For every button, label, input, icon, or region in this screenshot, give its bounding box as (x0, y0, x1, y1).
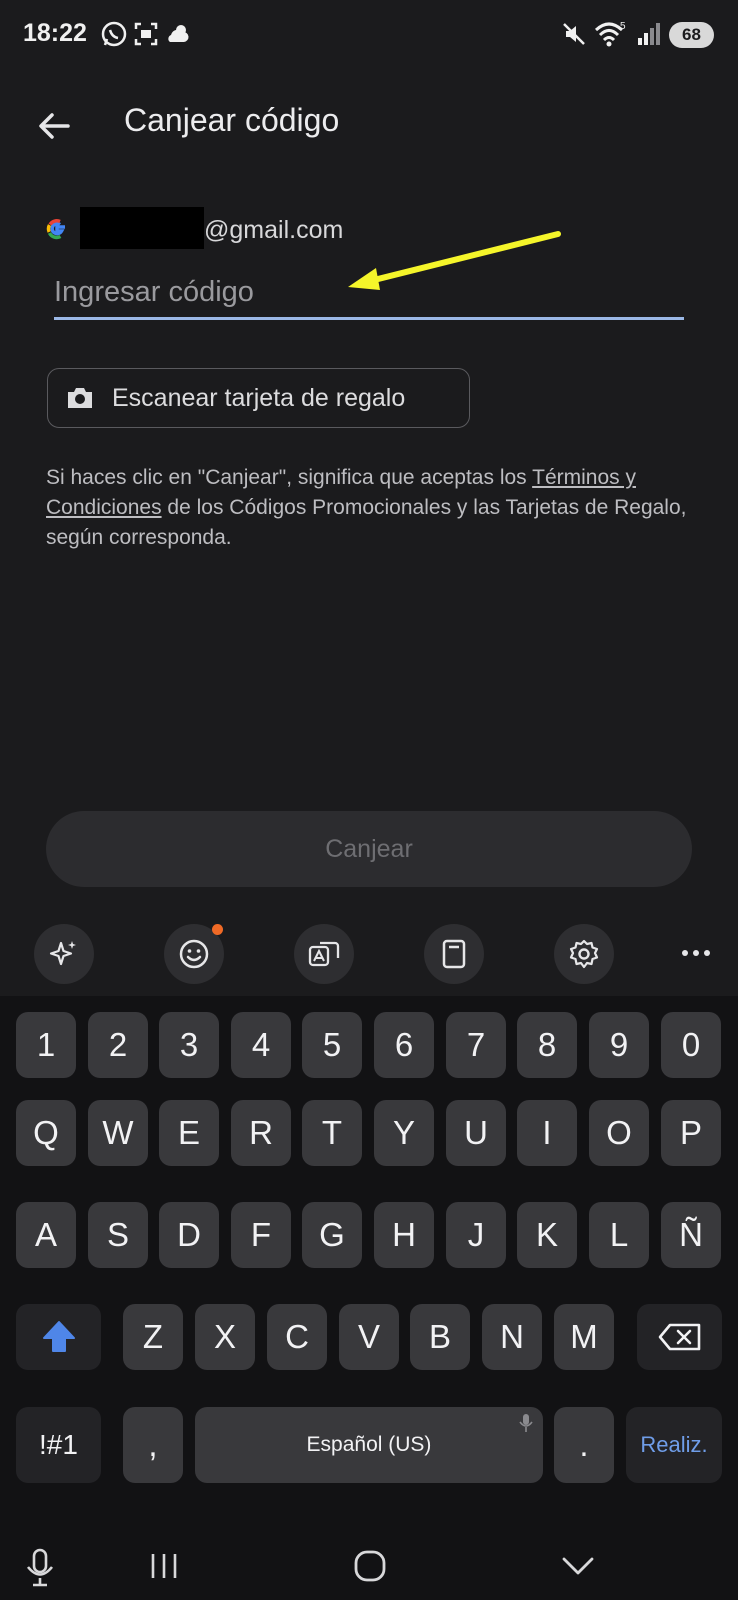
mute-icon (560, 20, 588, 53)
settings-button[interactable] (554, 924, 614, 984)
key-z[interactable]: Z (123, 1304, 183, 1370)
emoji-notification-dot (212, 924, 223, 935)
home-button[interactable] (352, 1548, 388, 1584)
key-j[interactable]: J (446, 1202, 506, 1268)
key-7[interactable]: 7 (446, 1012, 506, 1078)
key-a[interactable]: A (16, 1202, 76, 1268)
camera-icon (68, 388, 92, 408)
legal-text-before: Si haces clic en "Canjear", significa qu… (46, 466, 533, 489)
key-p[interactable]: P (661, 1100, 721, 1166)
key-v[interactable]: V (339, 1304, 399, 1370)
key-n[interactable]: N (482, 1304, 542, 1370)
key-x[interactable]: X (195, 1304, 255, 1370)
home-icon (354, 1550, 386, 1582)
status-bar: 18:22 5 68 (0, 0, 738, 72)
key-q[interactable]: Q (16, 1100, 76, 1166)
space-key-label: Español (US) (306, 1433, 432, 1456)
key-2[interactable]: 2 (88, 1012, 148, 1078)
back-button[interactable] (30, 102, 78, 150)
symbols-key[interactable]: !#1 (16, 1407, 101, 1483)
key-b[interactable]: B (410, 1304, 470, 1370)
space-key[interactable]: Español (US) (195, 1407, 543, 1483)
key-y[interactable]: Y (374, 1100, 434, 1166)
key-0[interactable]: 0 (661, 1012, 721, 1078)
key-3[interactable]: 3 (159, 1012, 219, 1078)
key-5[interactable]: 5 (302, 1012, 362, 1078)
svg-text:5: 5 (620, 21, 626, 32)
shift-icon (42, 1321, 75, 1352)
key-d[interactable]: D (159, 1202, 219, 1268)
recents-button[interactable] (146, 1548, 182, 1584)
key-8[interactable]: 8 (517, 1012, 577, 1078)
emoji-icon (179, 939, 209, 969)
voice-input-icon (519, 1414, 533, 1432)
wifi-icon: 5 (594, 20, 628, 53)
annotation-arrow (348, 231, 561, 290)
whatsapp-icon (100, 20, 128, 53)
key-e[interactable]: E (159, 1100, 219, 1166)
more-icon (682, 950, 710, 956)
backspace-key[interactable] (637, 1304, 722, 1370)
redeem-button[interactable]: Canjear (46, 811, 692, 887)
key-m[interactable]: M (554, 1304, 614, 1370)
keyboard: 1 2 3 4 5 6 7 8 9 0 Q W E R T Y U I O P … (0, 912, 738, 1530)
hide-keyboard-button[interactable] (560, 1548, 596, 1584)
microphone-icon (26, 1548, 54, 1587)
translate-icon (308, 941, 340, 967)
legal-text: Si haces clic en "Canjear", significa qu… (46, 463, 706, 553)
key-n-tilde[interactable]: Ñ (661, 1202, 721, 1268)
key-k[interactable]: K (517, 1202, 577, 1268)
key-o[interactable]: O (589, 1100, 649, 1166)
status-time: 18:22 (23, 19, 87, 47)
google-icon (46, 218, 68, 240)
page-title: Canjear código (124, 102, 340, 138)
scan-gift-card-button[interactable]: Escanear tarjeta de regalo (47, 368, 470, 428)
key-s[interactable]: S (88, 1202, 148, 1268)
signal-icon (636, 20, 662, 53)
redeem-code-screen: 18:22 5 68 Canjear código @gmail.com Ing… (0, 0, 738, 1600)
battery-indicator: 68 (669, 22, 714, 48)
screen-capture-icon (132, 20, 160, 53)
back-chevron-icon (562, 1557, 594, 1575)
key-r[interactable]: R (231, 1100, 291, 1166)
key-g[interactable]: G (302, 1202, 362, 1268)
key-4[interactable]: 4 (231, 1012, 291, 1078)
done-key[interactable]: Realiz. (626, 1407, 722, 1483)
ai-sparkle-icon (49, 941, 76, 966)
keyboard-toolbar (0, 912, 738, 996)
period-key[interactable]: . (554, 1407, 614, 1483)
key-t[interactable]: T (302, 1100, 362, 1166)
key-h[interactable]: H (374, 1202, 434, 1268)
key-u[interactable]: U (446, 1100, 506, 1166)
key-l[interactable]: L (589, 1202, 649, 1268)
key-1[interactable]: 1 (16, 1012, 76, 1078)
recents-icon (151, 1554, 177, 1578)
settings-icon (569, 939, 599, 969)
shift-key[interactable] (16, 1304, 101, 1370)
navigation-bar (0, 1530, 738, 1600)
backspace-icon (658, 1323, 700, 1351)
redacted-email (80, 207, 204, 249)
key-w[interactable]: W (88, 1100, 148, 1166)
comma-key[interactable]: , (123, 1407, 183, 1483)
weather-icon (164, 20, 192, 53)
key-i[interactable]: I (517, 1100, 577, 1166)
translate-button[interactable] (294, 924, 354, 984)
scan-gift-card-label: Escanear tarjeta de regalo (112, 383, 406, 412)
voice-typing-button[interactable] (24, 1548, 56, 1588)
clipboard-icon (442, 939, 466, 969)
more-button[interactable] (676, 938, 716, 968)
key-f[interactable]: F (231, 1202, 291, 1268)
clipboard-button[interactable] (424, 924, 484, 984)
arrow-back-icon (39, 113, 70, 139)
key-6[interactable]: 6 (374, 1012, 434, 1078)
account-email: @gmail.com (204, 216, 344, 244)
ai-sparkle-button[interactable] (34, 924, 94, 984)
key-9[interactable]: 9 (589, 1012, 649, 1078)
key-c[interactable]: C (267, 1304, 327, 1370)
